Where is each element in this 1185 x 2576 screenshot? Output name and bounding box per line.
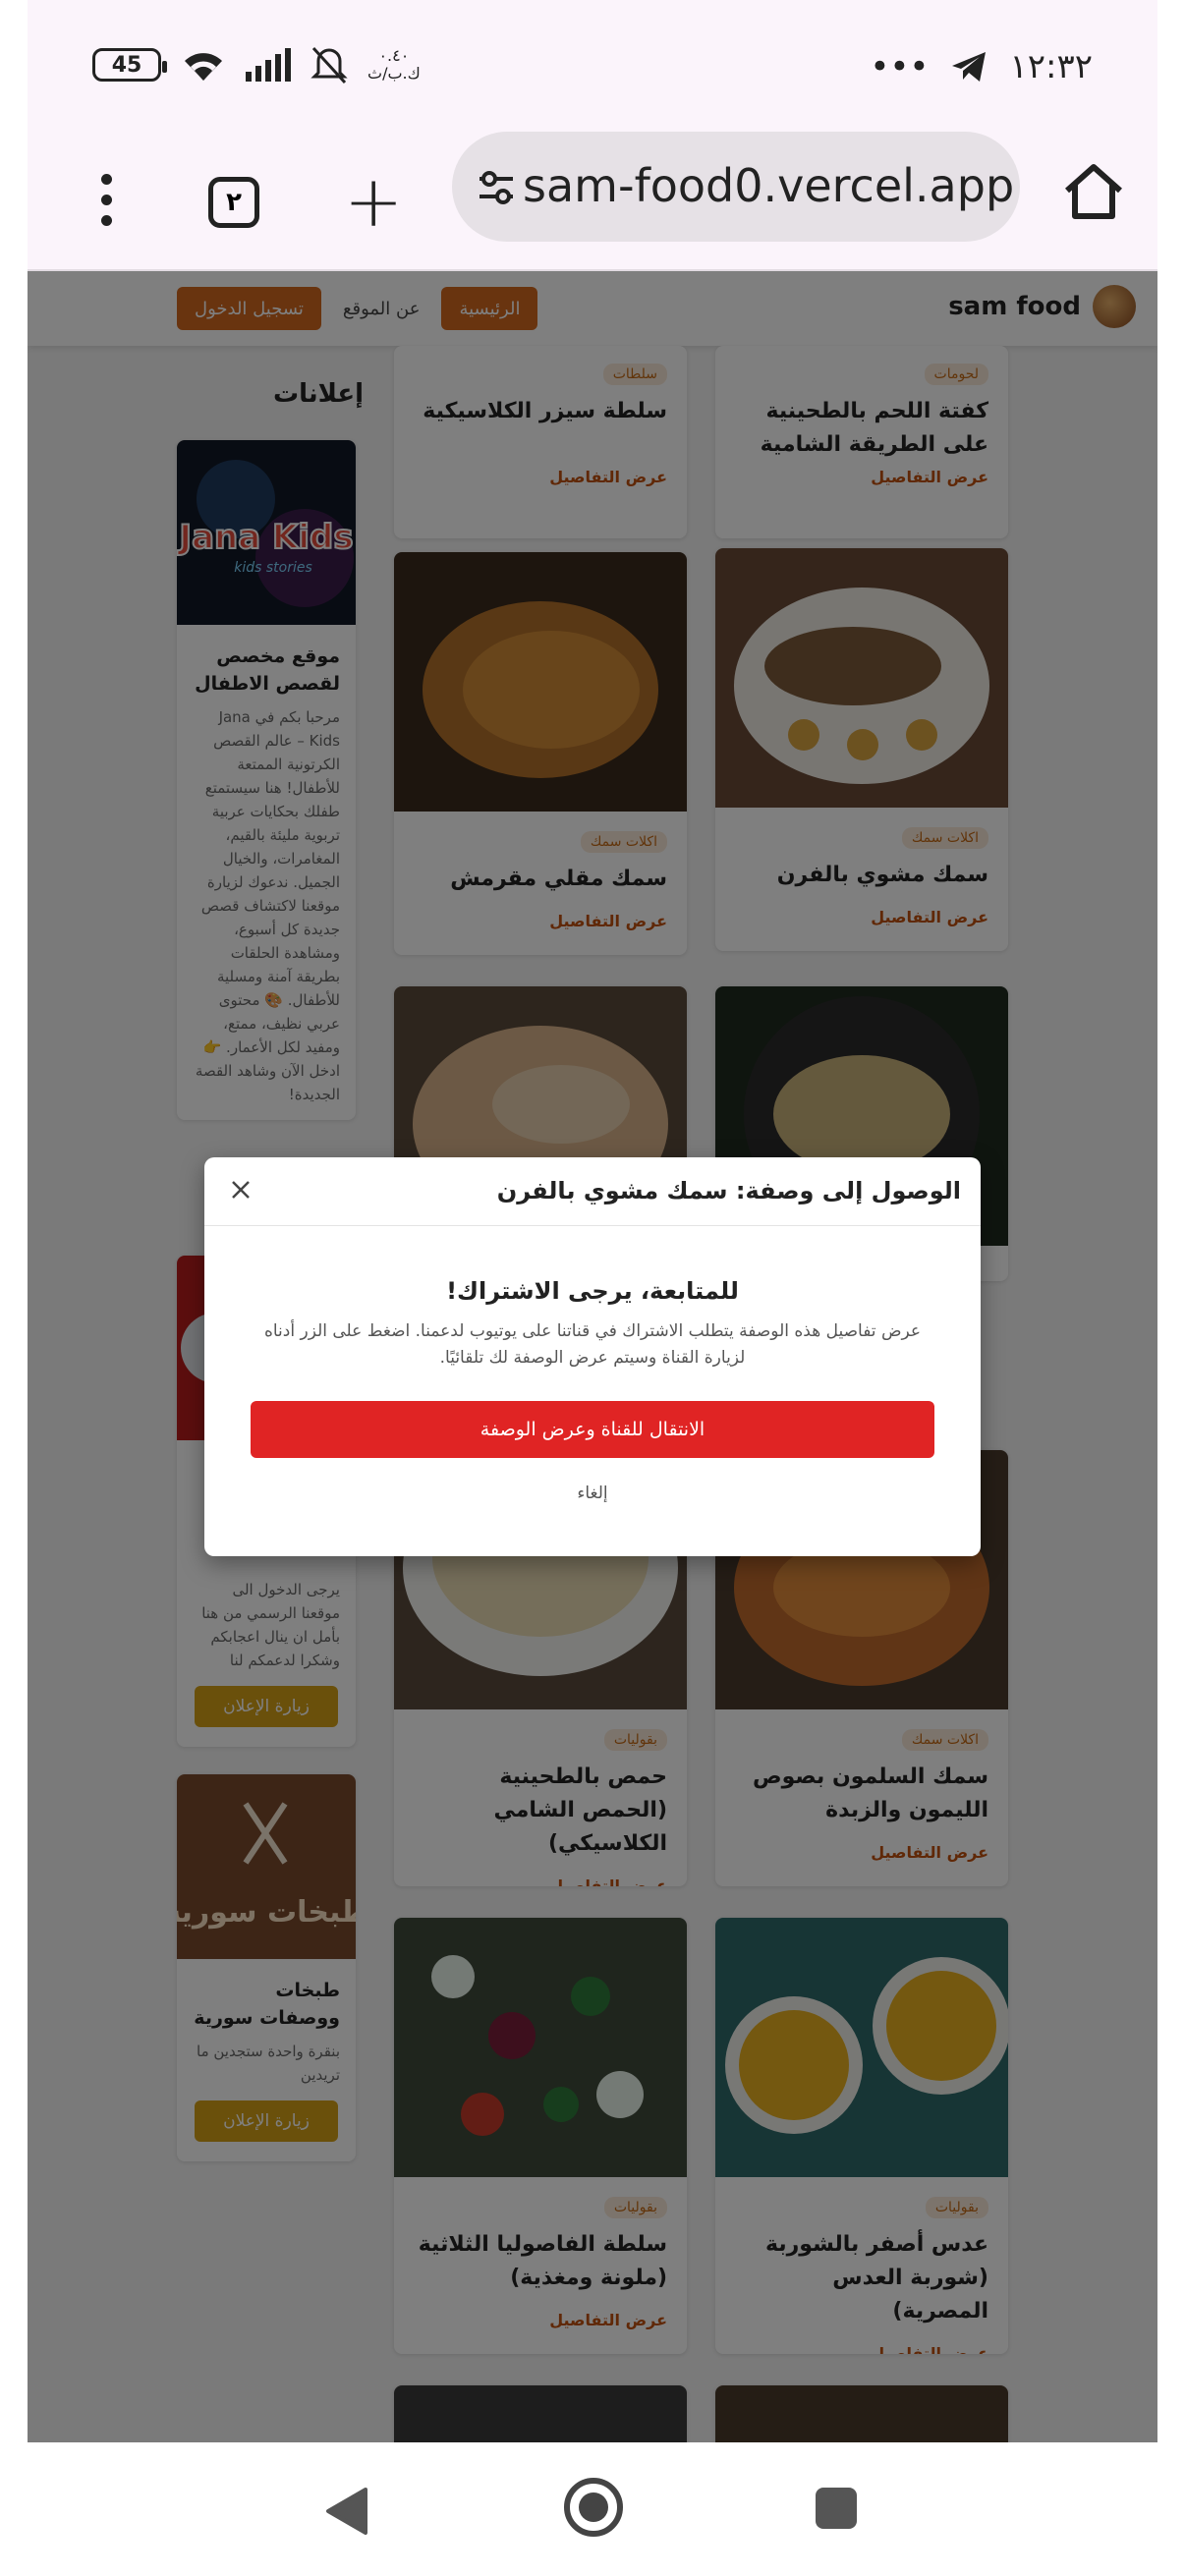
back-icon[interactable] (324, 2486, 369, 2537)
system-nav-bar (28, 2442, 1157, 2576)
url-text: sam-food0.vercel.app (523, 159, 1015, 212)
subscribe-modal: الوصول إلى وصفة: سمك مشوي بالفرن للمتابع… (204, 1157, 981, 1556)
network-speed: ٠.٤٠ ك.ب/ث (367, 47, 421, 83)
modal-title: الوصول إلى وصفة: سمك مشوي بالفرن (496, 1177, 961, 1204)
network-speed-value: ٠.٤٠ (378, 46, 410, 65)
battery-level: 45 (111, 52, 142, 78)
address-bar[interactable]: sam-food0.vercel.app (452, 132, 1020, 242)
modal-text: عرض تفاصيل هذه الوصفة يتطلب الاشتراك في … (263, 1321, 922, 1368)
home-icon[interactable] (1059, 157, 1128, 226)
wifi-icon (185, 53, 222, 81)
site-settings-icon[interactable] (474, 165, 519, 210)
new-tab-icon[interactable]: + (344, 166, 403, 237)
telegram-icon (952, 52, 987, 82)
browser-toolbar: ٢ + sam-food0.vercel.app (28, 128, 1157, 271)
clock: ١٢:٣٢ (1009, 47, 1093, 86)
modal-subtitle: للمتابعة، يرجى الاشتراك! (446, 1277, 739, 1305)
mute-bell-icon (310, 46, 348, 84)
cancel-link[interactable]: إلغاء (204, 1484, 981, 1503)
more-dots: ••• (870, 47, 930, 86)
battery-icon: 45 (92, 48, 167, 82)
browser-menu-icon[interactable] (86, 165, 126, 234)
status-left: 45 ٠.٤٠ ك.ب/ث (92, 45, 421, 84)
network-speed-unit: ك.ب/ث (367, 64, 421, 83)
tabs-button[interactable]: ٢ (208, 177, 259, 228)
status-bar: 45 ٠.٤٠ ك.ب/ث ••• ١٢:٣٢ (28, 0, 1157, 128)
device-frame: 45 ٠.٤٠ ك.ب/ث ••• ١٢:٣٢ ٢ + sam-food0.ver… (28, 0, 1157, 2576)
status-right: ••• ١٢:٣٢ (870, 47, 1093, 86)
tab-count: ٢ (226, 188, 242, 217)
go-to-channel-button[interactable]: الانتقال للقناة وعرض الوصفة (251, 1401, 934, 1458)
home-nav-icon[interactable] (564, 2478, 623, 2537)
signal-icon (246, 48, 291, 82)
recents-icon[interactable] (816, 2488, 857, 2529)
modal-header: الوصول إلى وصفة: سمك مشوي بالفرن (204, 1157, 981, 1226)
close-icon[interactable] (226, 1175, 255, 1204)
